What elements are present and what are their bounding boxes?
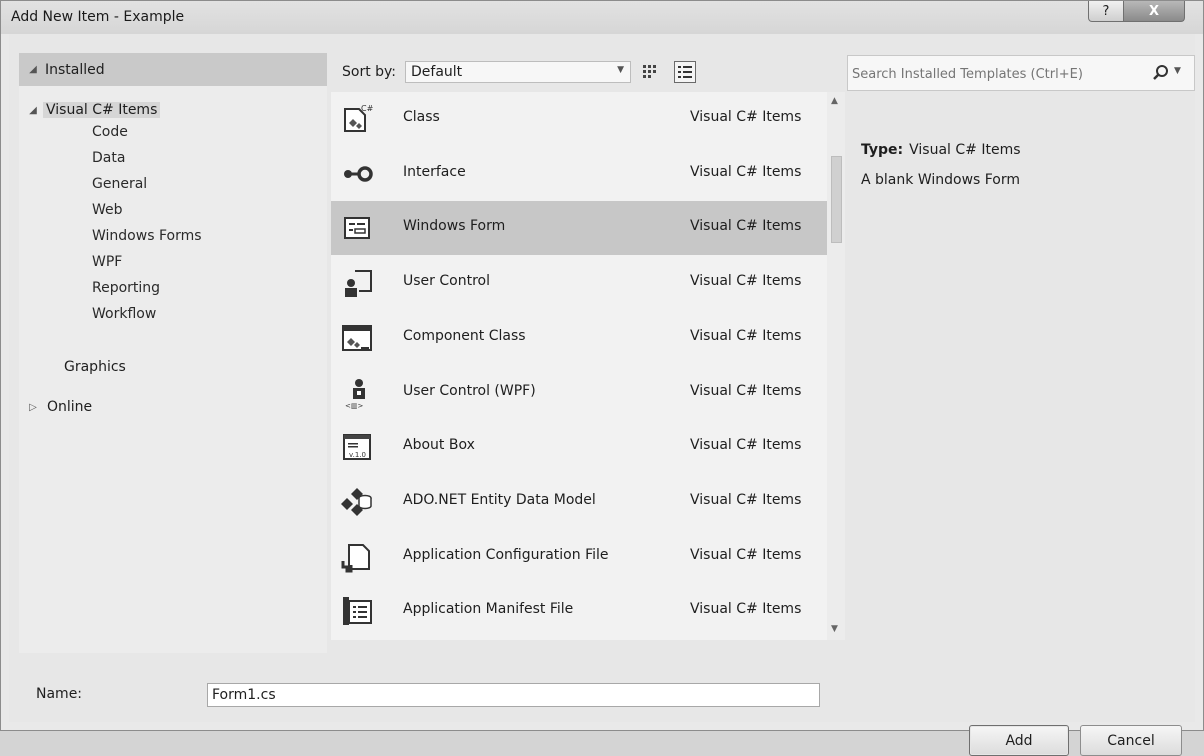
help-button[interactable]: ? [1088,1,1124,22]
help-icon: ? [1102,3,1110,19]
template-category: Visual C# Items [690,218,802,235]
template-item[interactable]: ADO.NET Entity Data Model Visual C# Items [331,475,827,529]
template-name: Class [403,109,440,125]
tree-node-online[interactable]: ▷ Online [25,395,92,419]
about-box-icon: v.1.0 [341,431,373,463]
tree-node-reporting[interactable]: Reporting [92,275,160,301]
windows-form-icon [341,212,373,244]
tree-node-label: Visual C# Items [43,102,161,118]
template-item[interactable]: Windows Form Visual C# Items [331,201,827,256]
template-list-scrollbar[interactable]: ▲ ▼ [827,92,845,640]
template-category: Visual C# Items [690,491,802,508]
cancel-button[interactable]: Cancel [1080,725,1182,756]
svg-text:<▥>: <▥> [345,402,363,409]
tree-node-general[interactable]: General [92,171,147,197]
name-field[interactable] [207,683,820,707]
scroll-down-icon[interactable]: ▼ [831,624,838,634]
template-name: About Box [403,437,475,454]
config-file-icon [341,541,373,573]
window-title: Add New Item - Example [11,9,185,25]
tree-node-code[interactable]: Code [92,119,128,145]
template-category: Visual C# Items [690,163,802,180]
list-view-button[interactable] [674,61,696,83]
template-category: Visual C# Items [690,546,802,563]
template-name: Application Configuration File [403,546,609,563]
sort-by-value: Default [411,64,463,80]
scroll-up-icon[interactable]: ▲ [831,96,838,106]
tree-node-graphics[interactable]: Graphics [64,355,126,379]
svg-text:C#: C# [361,104,373,113]
template-category: Visual C# Items [690,382,802,399]
list-view-icon [678,66,692,78]
tree-node-data[interactable]: Data [92,145,125,171]
template-category: Visual C# Items [690,109,802,125]
type-label: Type: [861,142,904,158]
tree-installed-header[interactable]: ◢ Installed [19,53,327,86]
svg-text:v.1.0: v.1.0 [349,451,366,459]
template-name: Windows Form [403,218,506,235]
close-icon: X [1148,3,1160,19]
template-tree: ◢ Installed ◢ Visual C# Items Code Data Ge… [19,53,327,653]
template-item[interactable]: v.1.0 About Box Visual C# Items [331,420,827,474]
template-type-info: Type: Visual C# Items [861,142,1021,158]
chevron-down-icon: ▼ [617,65,624,75]
tree-node-label: Graphics [64,359,126,375]
template-item[interactable]: Application Manifest File Visual C# Items [331,584,827,638]
template-name: User Control (WPF) [403,382,536,399]
add-new-item-dialog: Add New Item - Example ? X ◢ Installed ◢… [0,0,1204,756]
template-item[interactable]: User Control Visual C# Items [331,256,827,310]
template-name: User Control [403,273,490,290]
search-icon[interactable] [1152,64,1170,82]
tree-node-wpf[interactable]: WPF [92,249,122,275]
template-item[interactable]: Interface Visual C# Items [331,147,827,201]
type-value: Visual C# Items [909,142,1021,158]
user-control-icon [341,267,373,299]
chevron-down-icon[interactable]: ▼ [1174,66,1181,76]
template-item[interactable]: Application Configuration File Visual C# … [331,530,827,584]
template-category: Visual C# Items [690,437,802,454]
entity-data-model-icon [341,486,373,518]
tree-node-web[interactable]: Web [92,197,123,223]
template-item[interactable]: Component Class Visual C# Items [331,311,827,365]
interface-icon [341,158,373,190]
template-item[interactable]: C# Class Visual C# Items [331,92,827,146]
template-name: Interface [403,163,466,180]
template-category: Visual C# Items [690,327,802,344]
scrollbar-thumb[interactable] [831,156,842,243]
template-name: Component Class [403,327,526,344]
expanded-triangle-icon[interactable]: ◢ [25,64,41,75]
tree-node-label: Online [47,399,93,415]
tree-node-windows-forms[interactable]: Windows Forms [92,223,202,249]
installed-label: Installed [45,61,105,78]
grid-view-icon [643,65,656,78]
collapsed-triangle-icon[interactable]: ▷ [25,402,41,413]
class-icon: C# [341,103,374,135]
user-control-wpf-icon: <▥> [341,377,373,410]
title-bar: Add New Item - Example ? X [1,1,1203,34]
template-category: Visual C# Items [690,601,802,618]
component-class-icon [341,322,373,354]
expanded-triangle-icon[interactable]: ◢ [25,105,41,116]
template-list: C# Class Visual C# Items Interface Visual C#… [331,92,827,640]
medium-icons-view-button[interactable] [639,61,661,83]
template-category: Visual C# Items [690,273,802,290]
template-item[interactable]: <▥> User Control (WPF) Visual C# Items [331,366,827,420]
close-button[interactable]: X [1123,1,1185,22]
sort-by-dropdown[interactable]: Default ▼ [405,61,631,83]
sort-by-label: Sort by: [342,64,397,80]
template-name: Application Manifest File [403,601,574,618]
dialog-body: ◢ Installed ◢ Visual C# Items Code Data Ge… [9,34,1195,756]
template-name: ADO.NET Entity Data Model [403,491,596,508]
add-button[interactable]: Add [969,725,1069,756]
search-input[interactable] [850,62,1144,86]
manifest-file-icon [341,595,373,627]
search-box: ▼ [847,55,1195,91]
template-description: A blank Windows Form [861,172,1021,188]
tree-node-workflow[interactable]: Workflow [92,301,156,327]
name-label: Name: [36,686,83,702]
